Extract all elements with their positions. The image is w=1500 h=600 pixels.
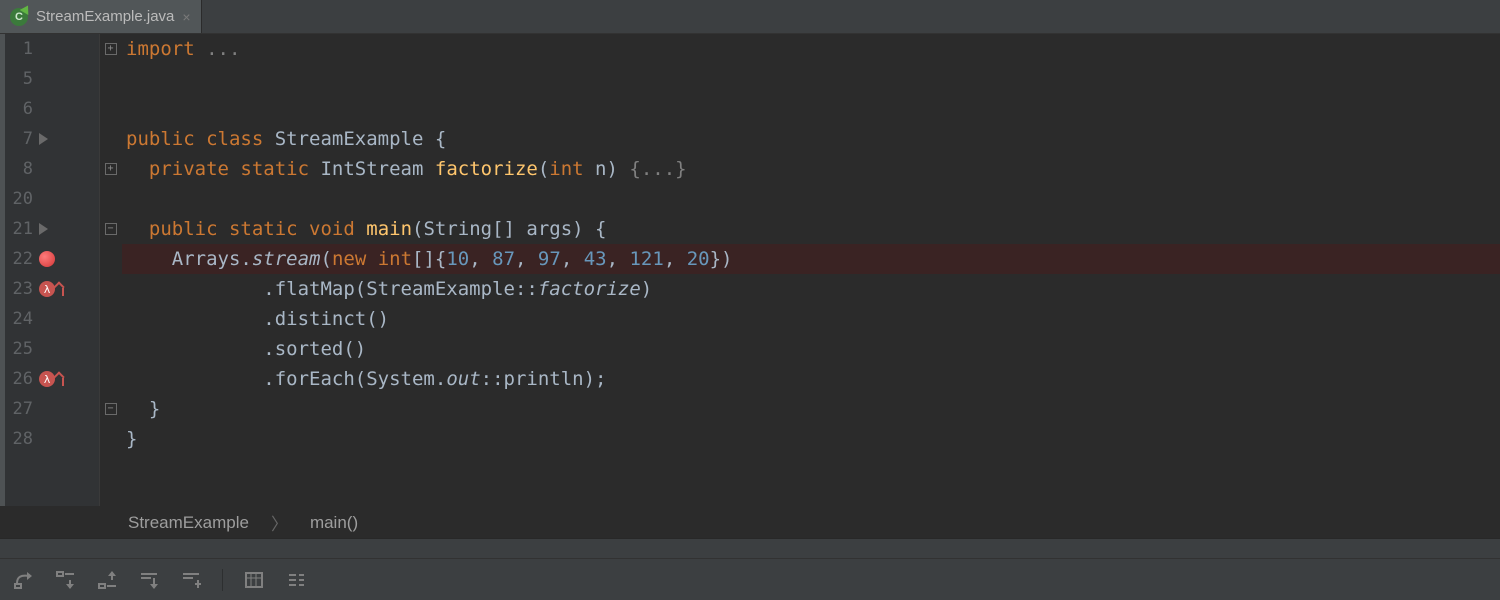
line-number: 20 [5,189,33,209]
code-line[interactable]: public class StreamExample { [122,124,1500,154]
fold-column: + + − − [100,34,122,506]
run-arrow-icon[interactable] [39,223,48,235]
close-icon[interactable]: × [182,9,190,25]
lambda-breakpoint-icon[interactable]: λ [39,371,55,387]
run-arrow-icon[interactable] [39,133,48,145]
tab-filename: StreamExample.java [36,8,174,25]
line-number: 26 [5,369,33,389]
breadcrumb: StreamExample 〉 main() [0,506,1500,538]
evaluate-expression-icon[interactable] [243,569,265,591]
code-line[interactable]: .forEach(System.out::println); [122,364,1500,394]
gutter: 1 5 6 7 8 20 21 22 23 λ 24 25 26 λ 27 28 [0,34,100,506]
step-out-icon[interactable] [96,569,118,591]
code-line[interactable]: public static void main(String[] args) { [122,214,1500,244]
code-line[interactable] [122,64,1500,94]
code-line[interactable]: .distinct() [122,304,1500,334]
code-line[interactable] [122,94,1500,124]
run-to-cursor-icon[interactable] [138,569,160,591]
breadcrumb-method[interactable]: main() [310,513,358,533]
code-line[interactable]: .sorted() [122,334,1500,364]
lambda-breakpoint-icon[interactable]: λ [39,281,55,297]
fold-expand-icon[interactable]: + [105,163,117,175]
breadcrumb-class[interactable]: StreamExample [128,513,249,533]
chevron-right-icon: 〉 [271,510,288,535]
code-line[interactable]: private static IntStream factorize(int n… [122,154,1500,184]
fold-expand-icon[interactable]: + [105,43,117,55]
step-over-icon[interactable] [12,569,34,591]
drop-frame-icon[interactable] [180,569,202,591]
line-number: 23 [5,279,33,299]
fold-collapse-icon[interactable]: − [105,403,117,415]
tab-bar: C StreamExample.java × [0,0,1500,34]
line-number: 28 [5,429,33,449]
breakpoint-icon[interactable] [39,251,55,267]
line-number: 8 [5,159,33,179]
code-line[interactable] [122,184,1500,214]
code-line[interactable]: } [122,394,1500,424]
line-number: 21 [5,219,33,239]
code-line[interactable]: .flatMap(StreamExample::factorize) [122,274,1500,304]
debug-toolbar [0,558,1500,600]
line-number: 7 [5,129,33,149]
line-number: 6 [5,99,33,119]
step-into-icon[interactable] [54,569,76,591]
java-class-icon: C [10,8,28,26]
code-line[interactable]: import ... [122,34,1500,64]
line-number: 1 [5,39,33,59]
fold-collapse-icon[interactable]: − [105,223,117,235]
code-area[interactable]: import ... public class StreamExample { … [122,34,1500,506]
panel-divider[interactable] [0,538,1500,558]
line-number: 24 [5,309,33,329]
line-number: 25 [5,339,33,359]
line-number: 5 [5,69,33,89]
file-tab[interactable]: C StreamExample.java × [0,0,202,33]
code-line-breakpoint[interactable]: Arrays.stream(new int[]{10, 87, 97, 43, … [122,244,1500,274]
line-number: 22 [5,249,33,269]
toolbar-separator [222,569,223,591]
line-number: 27 [5,399,33,419]
editor: 1 5 6 7 8 20 21 22 23 λ 24 25 26 λ 27 28 +… [0,34,1500,506]
trace-current-stream-chain-icon[interactable] [285,569,307,591]
code-line[interactable]: } [122,424,1500,454]
